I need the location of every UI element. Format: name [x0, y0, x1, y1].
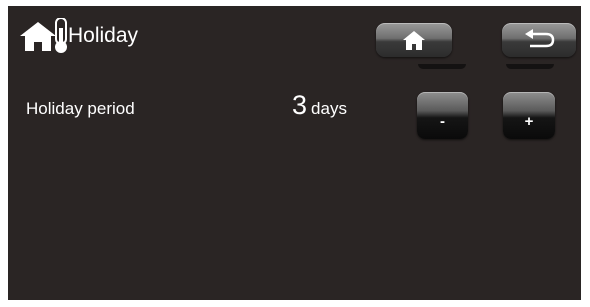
page-title: Holiday: [68, 24, 139, 47]
back-button[interactable]: [502, 23, 576, 57]
minus-icon: -: [440, 113, 445, 130]
holiday-period-value: 3 days: [292, 90, 347, 121]
value-unit: days: [311, 99, 347, 118]
holiday-period-label: Holiday period: [26, 99, 135, 118]
back-arrow-icon: [525, 29, 555, 48]
plus-icon: +: [524, 113, 534, 130]
home-button[interactable]: [376, 23, 452, 57]
house-thermometer-icon: [20, 18, 67, 53]
decrement-button[interactable]: -: [417, 92, 468, 139]
button-edge-top: [418, 64, 466, 69]
screen: Holiday Holiday period 3 days - +: [8, 6, 581, 300]
button-edge-top: [506, 64, 554, 69]
home-icon: [403, 31, 425, 50]
value-number: 3: [292, 90, 308, 120]
increment-button[interactable]: +: [503, 92, 555, 139]
